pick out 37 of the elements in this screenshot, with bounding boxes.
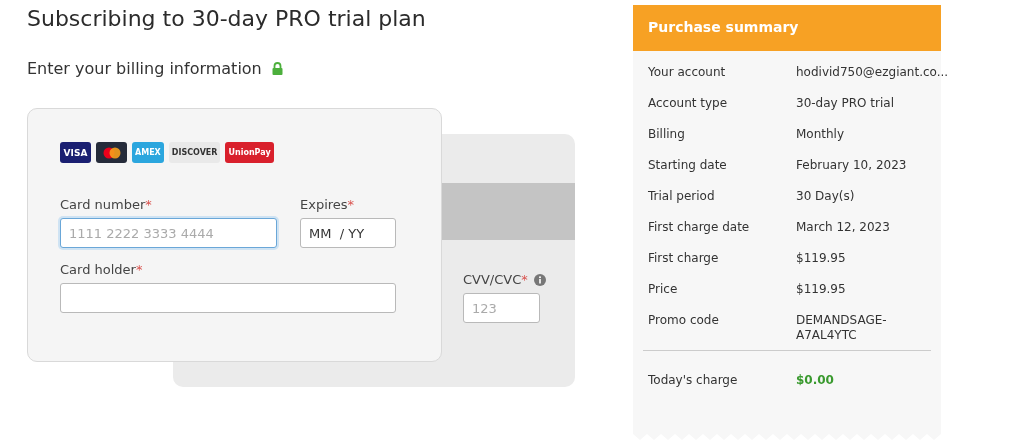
summary-title: Purchase summary bbox=[633, 5, 941, 51]
summary-value: February 10, 2023 bbox=[796, 158, 908, 174]
summary-value: 30 Day(s) bbox=[796, 189, 856, 205]
card-logo: AMEX bbox=[132, 142, 164, 163]
field-label: Card number* bbox=[60, 197, 153, 212]
summary-label: First charge bbox=[648, 251, 720, 267]
card-logo bbox=[96, 142, 127, 163]
summary-label: Billing bbox=[648, 127, 686, 143]
field-label: Expires* bbox=[300, 197, 356, 212]
summary-label: Trial period bbox=[648, 189, 716, 205]
total-amount: $0.00 bbox=[796, 373, 834, 389]
summary-label: Your account bbox=[648, 65, 727, 81]
summary-label: Account type bbox=[648, 96, 729, 112]
card-number-field[interactable]: 1111 2222 3333 4444 bbox=[60, 218, 277, 248]
card-logo: VISA bbox=[60, 142, 91, 163]
field-label: CVV/CVC* bbox=[463, 272, 546, 287]
summary-value: hodivid750@ezgiant.co... bbox=[796, 65, 946, 81]
summary-value: $119.95 bbox=[796, 282, 847, 298]
summary-label: Starting date bbox=[648, 158, 728, 174]
field-label: Card holder* bbox=[60, 262, 144, 277]
summary-label: First charge date bbox=[648, 220, 751, 236]
summary-value: $119.95 bbox=[796, 251, 847, 267]
cvv-field[interactable]: 123 bbox=[463, 293, 540, 323]
summary-label: Today's charge bbox=[648, 373, 739, 389]
summary-label: Promo code bbox=[648, 313, 720, 329]
page-title: Subscribing to 30-day PRO trial plan bbox=[27, 6, 427, 31]
summary-value: Monthly bbox=[796, 127, 846, 143]
summary-value: 30-day PRO trial bbox=[796, 96, 895, 112]
summary-value: DEMANDSAGE-A7AL4YTC bbox=[796, 313, 888, 344]
summary-value: March 12, 2023 bbox=[796, 220, 891, 236]
card-logo: UnionPay bbox=[225, 142, 274, 163]
summary-label: Price bbox=[648, 282, 679, 298]
card-holder-field[interactable] bbox=[60, 283, 396, 313]
info-icon[interactable] bbox=[533, 273, 546, 286]
section-heading: Enter your billing information bbox=[27, 59, 262, 78]
expiry-field[interactable]: MM / YY bbox=[300, 218, 396, 248]
card-logo: DISCOVER bbox=[168, 142, 221, 163]
